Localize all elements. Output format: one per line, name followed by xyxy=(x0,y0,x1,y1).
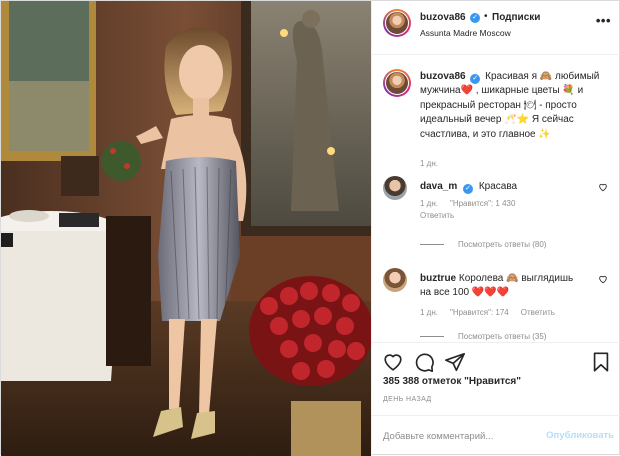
caption-time[interactable]: 1 дн. xyxy=(420,159,438,168)
comment-reply-button[interactable]: Ответить xyxy=(420,211,454,220)
view-replies-label: Посмотреть ответы (80) xyxy=(458,240,547,249)
comment-like-heart-icon[interactable] xyxy=(598,274,608,284)
post-photo-illustration xyxy=(1,1,371,456)
comment-like-heart-icon[interactable] xyxy=(598,182,608,192)
verified-badge-icon: ✓ xyxy=(470,12,480,23)
view-replies-label: Посмотреть ответы (35) xyxy=(458,332,547,341)
caption-author-avatar[interactable] xyxy=(383,69,411,97)
commenter-avatar[interactable] xyxy=(383,176,407,200)
publish-button[interactable]: Опубликовать xyxy=(546,430,614,441)
more-options-icon[interactable]: ••• xyxy=(596,13,611,28)
add-comment-row: Опубликовать xyxy=(372,415,620,456)
comment-likes[interactable]: "Нравится": 1 430 xyxy=(450,199,515,208)
author-username[interactable]: buzova86 xyxy=(420,12,466,23)
commenter-username[interactable]: buztrue xyxy=(420,273,456,284)
comment-likes[interactable]: "Нравится": 174 xyxy=(450,308,509,317)
comment-reply-button[interactable]: Ответить xyxy=(521,308,555,317)
caption-username[interactable]: buzova86 xyxy=(420,71,466,82)
commenter-username[interactable]: dava_m xyxy=(420,181,457,192)
replies-divider-line xyxy=(420,336,444,338)
comment-meta: 1 дн. "Нравится": 1 430 xyxy=(420,199,527,208)
separator-dot: • xyxy=(484,11,488,22)
post-location[interactable]: Assunta Madre Moscow xyxy=(420,28,511,38)
comment-icon[interactable] xyxy=(413,351,435,373)
caption-verified-badge-icon: ✓ xyxy=(470,74,481,84)
view-replies-button[interactable]: Посмотреть ответы (80) xyxy=(420,240,546,249)
bookmark-icon[interactable] xyxy=(590,351,612,373)
likes-count[interactable]: 385 388 отметок "Нравится" xyxy=(383,376,521,387)
post-date[interactable]: ДЕНЬ НАЗАД xyxy=(383,396,432,403)
commenter-verified-badge-icon: ✓ xyxy=(463,184,474,194)
caption-text-block: buzova86 ✓ Красивая я 🙈 любимый мужчина❤… xyxy=(420,70,610,142)
comments-list[interactable]: buzova86 ✓ Красивая я 🙈 любимый мужчина❤… xyxy=(372,56,620,342)
post-header: buzova86 ✓ • Подписки Assunta Madre Mosc… xyxy=(372,1,620,55)
heart-icon[interactable] xyxy=(382,351,404,373)
comment-text-block: dava_m ✓ Красава xyxy=(420,180,580,194)
share-icon[interactable] xyxy=(444,351,466,373)
comment-time[interactable]: 1 дн. xyxy=(420,308,438,317)
following-button[interactable]: Подписки xyxy=(492,12,540,23)
post-photo[interactable] xyxy=(1,1,371,456)
instagram-post: buzova86 ✓ • Подписки Assunta Madre Mosc… xyxy=(0,0,620,456)
comment-text-block: buztrue Королева 🙈 выглядишь на все 100 … xyxy=(420,272,580,300)
view-replies-button[interactable]: Посмотреть ответы (35) xyxy=(420,332,546,341)
commenter-avatar[interactable] xyxy=(383,268,407,292)
add-comment-input[interactable] xyxy=(383,428,533,444)
post-side-panel: buzova86 ✓ • Подписки Assunta Madre Mosc… xyxy=(371,1,620,456)
replies-divider-line xyxy=(420,244,444,246)
comment-meta: 1 дн. "Нравится": 174 Ответить xyxy=(420,308,567,317)
author-avatar[interactable] xyxy=(383,9,411,37)
comment-time[interactable]: 1 дн. xyxy=(420,199,438,208)
comment-text: Красава xyxy=(478,181,518,192)
